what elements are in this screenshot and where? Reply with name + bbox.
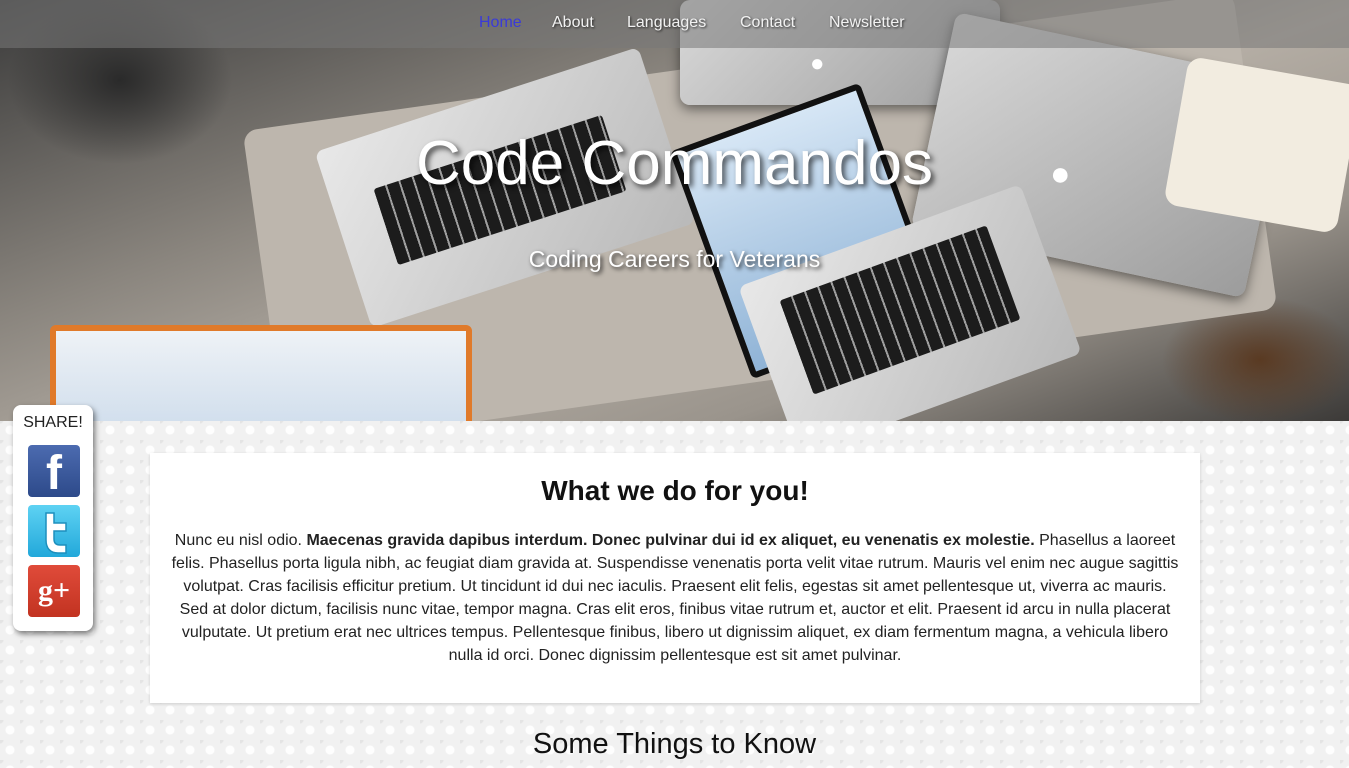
facebook-icon: f <box>46 447 62 500</box>
google-plus-icon: g+ <box>37 574 71 607</box>
body-rest-text: Phasellus a laoreet felis. Phasellus por… <box>171 532 1179 664</box>
nav-contact-link[interactable]: Contact <box>740 14 795 32</box>
twitter-icon <box>45 512 67 554</box>
nav-newsletter-link[interactable]: Newsletter <box>829 14 905 32</box>
facebook-share-button[interactable]: f <box>28 445 80 500</box>
nav-about-link[interactable]: About <box>552 14 594 32</box>
hero-banner: ● ● Home About Languages Contact Newslet… <box>0 0 1349 421</box>
twitter-share-button[interactable] <box>28 505 80 557</box>
top-navigation: Home About Languages Contact Newsletter <box>0 0 1349 48</box>
share-panel: SHARE! f g+ <box>13 405 93 631</box>
what-we-do-heading: What we do for you! <box>541 475 809 506</box>
hero-photo-screen <box>50 325 472 421</box>
share-label: SHARE! <box>23 414 83 431</box>
nav-home-link[interactable]: Home <box>479 14 522 32</box>
nav-languages-link[interactable]: Languages <box>627 14 706 32</box>
body-lead-text: Nunc eu nisl odio. <box>174 532 302 549</box>
things-to-know-heading: Some Things to Know <box>532 728 817 760</box>
site-title: Code Commandos <box>416 129 933 198</box>
apple-logo-icon: ● <box>810 50 825 77</box>
what-we-do-text: Nunc eu nisl odio. Maecenas gravida dapi… <box>170 529 1180 667</box>
google-plus-share-button[interactable]: g+ <box>28 565 80 617</box>
site-subtitle: Coding Careers for Veterans <box>528 246 821 272</box>
what-we-do-card: What we do for you! Nunc eu nisl odio. M… <box>150 453 1200 703</box>
body-bold-text: Maecenas gravida dapibus interdum. Donec… <box>306 532 1035 549</box>
